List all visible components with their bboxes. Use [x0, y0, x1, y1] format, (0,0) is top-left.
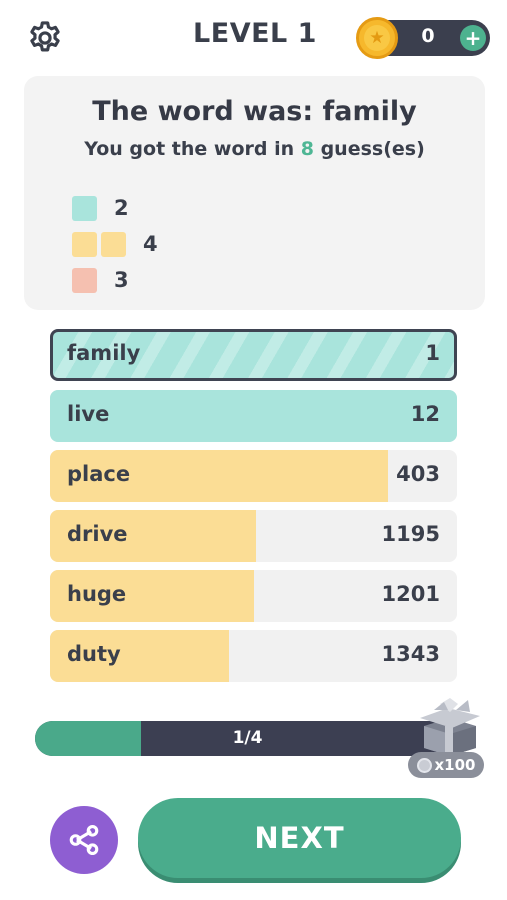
legend-count: 4 — [143, 232, 158, 256]
result-title: The word was: family — [92, 96, 417, 127]
guess-legend: 243 — [72, 190, 158, 298]
legend-row: 2 — [72, 190, 158, 226]
guess-row-best: family 1 — [50, 329, 457, 381]
legend-count: 3 — [114, 268, 129, 292]
legend-square-yellow — [101, 231, 126, 257]
guess-word: family — [67, 341, 141, 365]
result-card: The word was: family You got the word in… — [24, 76, 485, 310]
gear-icon[interactable] — [26, 19, 64, 57]
guess-word: duty — [67, 642, 121, 666]
guess-rank: 1201 — [381, 582, 440, 606]
guess-rank: 12 — [410, 402, 440, 426]
guess-word: live — [67, 402, 110, 426]
reward-badge: x100 — [408, 752, 484, 778]
coin-icon: ★ — [356, 17, 398, 59]
add-coins-button[interactable]: + — [460, 25, 486, 51]
closeness-bar — [50, 390, 457, 442]
coin-icon — [416, 757, 432, 773]
progress-label: 1/4 — [232, 728, 263, 748]
next-button[interactable]: NEXT — [138, 798, 461, 878]
legend-square-teal — [72, 195, 97, 221]
guess-row: live 12 — [50, 390, 457, 442]
result-subtitle: You got the word in 8 guess(es) — [24, 138, 485, 160]
level-title: LEVEL 1 — [193, 18, 317, 49]
subtitle-suffix: guess(es) — [313, 138, 425, 160]
share-button[interactable] — [50, 806, 118, 874]
guess-rank: 1 — [425, 341, 440, 365]
subtitle-prefix: You got the word in — [84, 138, 301, 160]
coin-balance[interactable]: ★ 0 + — [356, 17, 490, 59]
guess-count: 8 — [300, 138, 314, 160]
gift-chest-icon[interactable] — [410, 696, 490, 758]
legend-row: 4 — [72, 226, 158, 262]
level-progress-bar: 1/4 — [35, 721, 460, 756]
guess-word: drive — [67, 522, 128, 546]
share-icon — [69, 824, 99, 856]
guess-rank: 1343 — [381, 642, 440, 666]
reward-amount: x100 — [434, 756, 476, 774]
guess-row: drive 1195 — [50, 510, 457, 562]
guess-row: huge 1201 — [50, 570, 457, 622]
guess-word: huge — [67, 582, 127, 606]
guess-word: place — [67, 462, 131, 486]
legend-square-yellow — [72, 231, 97, 257]
coin-count: 0 — [421, 25, 435, 47]
legend-square-pink — [72, 267, 97, 293]
legend-row: 3 — [72, 262, 158, 298]
legend-count: 2 — [114, 196, 129, 220]
guess-row: place 403 — [50, 450, 457, 502]
guess-row: duty 1343 — [50, 630, 457, 682]
guess-rank: 1195 — [381, 522, 440, 546]
guess-rank: 403 — [396, 462, 440, 486]
top-bar: LEVEL 1 ★ 0 + — [0, 0, 507, 76]
